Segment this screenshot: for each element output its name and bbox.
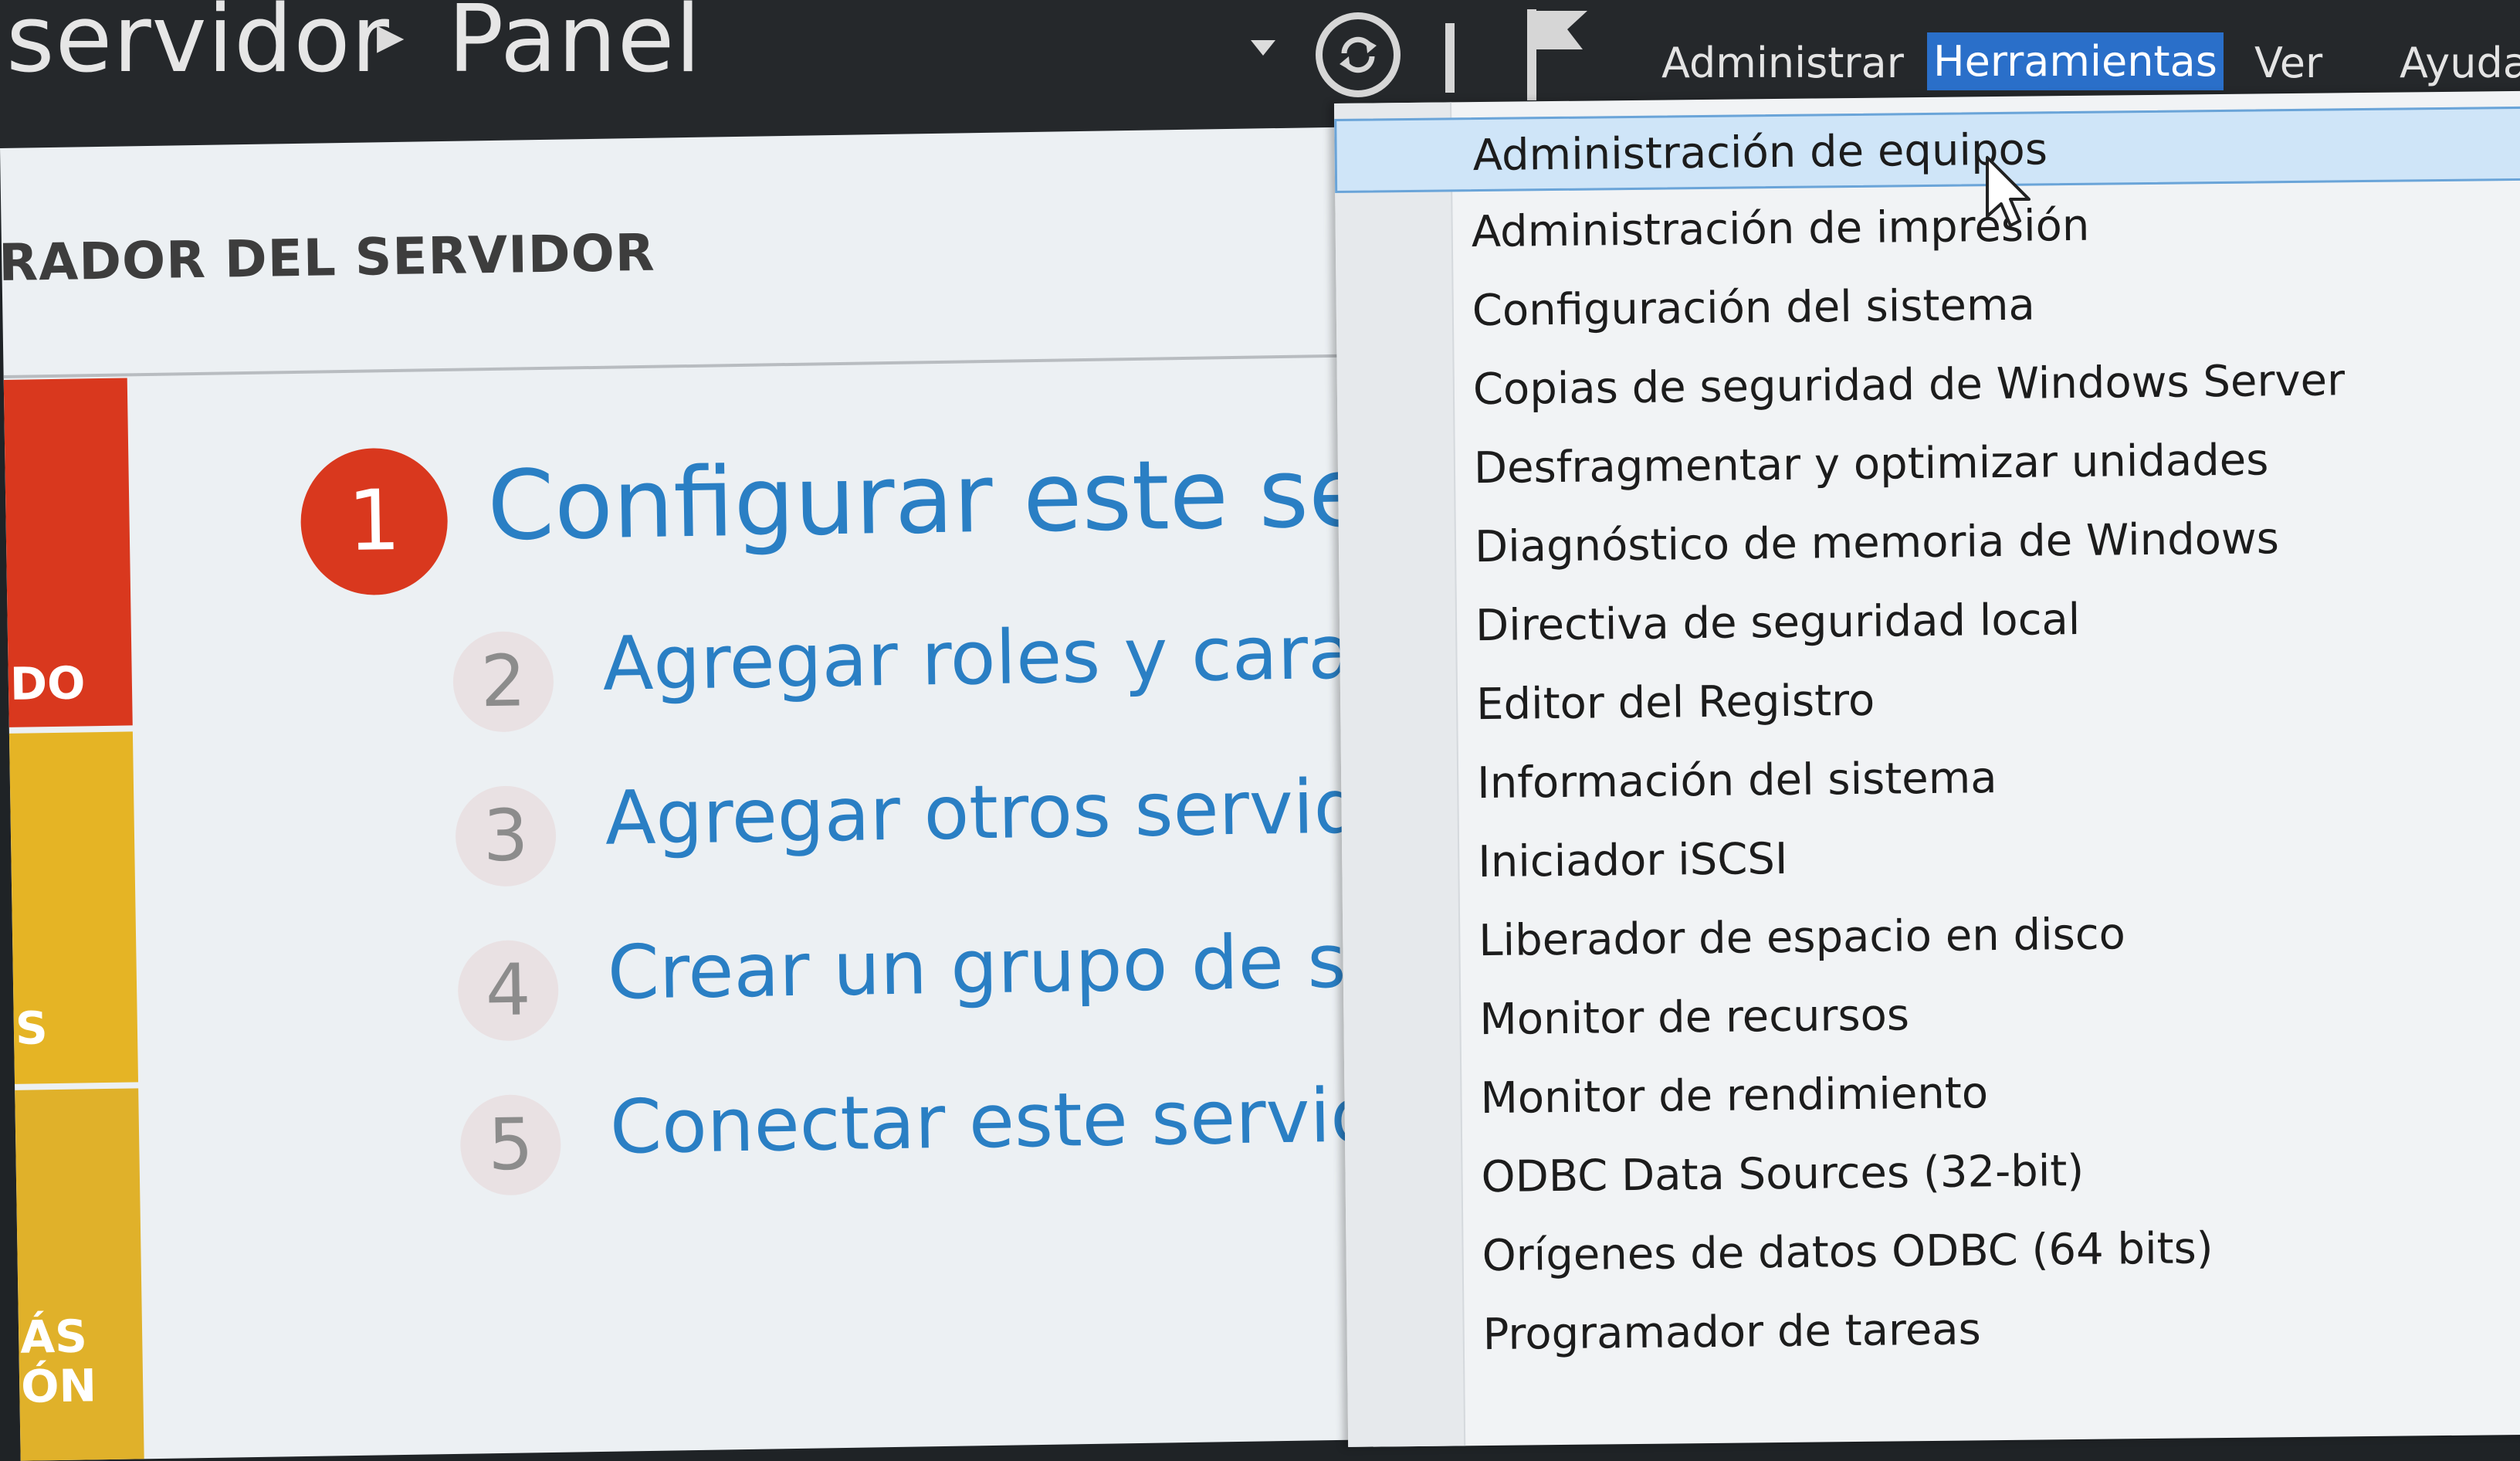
dashboard-content: RADOR DEL SERVIDOR DO S ÁS ÓN 1 Configur… <box>0 127 1363 1461</box>
menu-item-odbc-32[interactable]: ODBC Data Sources (32-bit) <box>1345 1130 2520 1217</box>
tile-label: S <box>15 1002 49 1055</box>
heading-divider <box>3 354 1363 378</box>
menu-item-informacion-sistema[interactable]: Información del sistema <box>1341 737 2520 823</box>
step-number: 5 <box>459 1093 562 1196</box>
page-title: RADOR DEL SERVIDOR <box>0 222 656 293</box>
menu-item-programador-tareas[interactable]: Programador de tareas <box>1346 1288 2520 1375</box>
step-link-add-roles[interactable]: Agregar roles y caracterís <box>602 605 1364 707</box>
menu-item-label: Configuración del sistema <box>1472 280 2036 337</box>
menu-item-copias-seguridad[interactable]: Copias de seguridad de Windows Server <box>1336 343 2520 429</box>
menu-item-liberador-espacio[interactable]: Liberador de espacio en disco <box>1343 894 2520 981</box>
step-number: 4 <box>457 939 560 1042</box>
menu-item-label: Monitor de rendimiento <box>1480 1068 1989 1124</box>
menu-ayuda[interactable]: Ayuda <box>2400 39 2520 87</box>
tile-label: ÁS <box>19 1310 88 1364</box>
menu-item-monitor-recursos[interactable]: Monitor de recursos <box>1343 973 2520 1059</box>
menu-item-label: Programador de tareas <box>1482 1304 1982 1361</box>
menu-item-administracion-equipos[interactable]: Administración de equipos <box>1334 106 2520 193</box>
menu-item-editor-registro[interactable]: Editor del Registro <box>1340 658 2520 744</box>
menu-item-label: Diagnóstico de memoria de Windows <box>1474 514 2280 573</box>
step-1-badge: 1 <box>300 446 449 596</box>
menu-item-odbc-64[interactable]: Orígenes de datos ODBC (64 bits) <box>1346 1209 2520 1296</box>
menu-item-administracion-impresion[interactable]: Administración de impresión <box>1335 185 2520 272</box>
menu-item-label: Liberador de espacio en disco <box>1478 909 2126 967</box>
breadcrumb-panel[interactable]: Panel <box>448 0 702 93</box>
history-dropdown-icon[interactable] <box>1251 40 1275 56</box>
tools-dropdown-menu: Administración de equipos Administración… <box>1334 90 2520 1447</box>
tile-label: ÓN <box>20 1359 97 1413</box>
step-number: 2 <box>452 630 554 733</box>
step-link-connect-cloud[interactable]: Conectar este servidor a s <box>609 1069 1363 1171</box>
menu-herramientas[interactable]: Herramientas <box>1927 32 2224 90</box>
menu-item-label: Iniciador iSCSI <box>1477 833 1788 888</box>
menu-item-label: Monitor de recursos <box>1479 990 1910 1046</box>
notifications-button[interactable] <box>1521 5 1590 105</box>
menu-item-label: Desfragmentar y optimizar unidades <box>1473 435 2269 494</box>
menu-item-iniciador-iscsi[interactable]: Iniciador iSCSI <box>1342 815 2520 902</box>
menu-item-label: ODBC Data Sources (32-bit) <box>1481 1145 2085 1203</box>
toolbar-divider <box>1445 23 1455 93</box>
menu-item-label: Copias de seguridad de Windows Server <box>1472 355 2346 415</box>
tile-local-server[interactable]: S <box>8 731 139 1084</box>
menu-item-label: Orígenes de datos ODBC (64 bits) <box>1482 1223 2213 1282</box>
refresh-icon <box>1340 36 1377 73</box>
menu-item-label: Administración de equipos <box>1472 124 2048 181</box>
menu-ver[interactable]: Ver <box>2254 39 2322 87</box>
menu-item-desfragmentar[interactable]: Desfragmentar y optimizar unidades <box>1337 422 2520 508</box>
step-number: 3 <box>455 785 557 887</box>
menu-item-label: Directiva de seguridad local <box>1475 594 2081 652</box>
step-link-create-group[interactable]: Crear un grupo de servid <box>607 915 1363 1016</box>
step-link-add-servers[interactable]: Agregar otros servidores <box>605 761 1364 862</box>
menu-administrar[interactable]: Administrar <box>1661 39 1904 87</box>
menu-item-label: Información del sistema <box>1476 753 1997 809</box>
breadcrumb-separator-icon: ▶ <box>377 15 405 57</box>
tile-label: DO <box>9 656 86 710</box>
menu-item-directiva-seguridad[interactable]: Directiva de seguridad local <box>1340 579 2520 666</box>
refresh-button[interactable] <box>1316 12 1401 97</box>
menu-item-configuracion-sistema[interactable]: Configuración del sistema <box>1336 264 2520 351</box>
menu-item-label: Editor del Registro <box>1475 675 1875 730</box>
tile-quick-start[interactable]: DO <box>3 378 133 727</box>
mouse-pointer-icon <box>1986 156 2031 227</box>
menu-item-diagnostico-memoria[interactable]: Diagnóstico de memoria de Windows <box>1339 500 2520 587</box>
tile-learn-more[interactable]: ÁS ÓN <box>15 1088 144 1461</box>
step-1-link[interactable]: Configurar este servido <box>486 433 1363 562</box>
dashboard-pane: RADOR DEL SERVIDOR DO S ÁS ÓN 1 Configur… <box>0 127 1380 1461</box>
flag-icon <box>1527 9 1587 100</box>
breadcrumb-server[interactable]: servidor <box>6 0 390 93</box>
menu-item-monitor-rendimiento[interactable]: Monitor de rendimiento <box>1344 1052 2520 1138</box>
